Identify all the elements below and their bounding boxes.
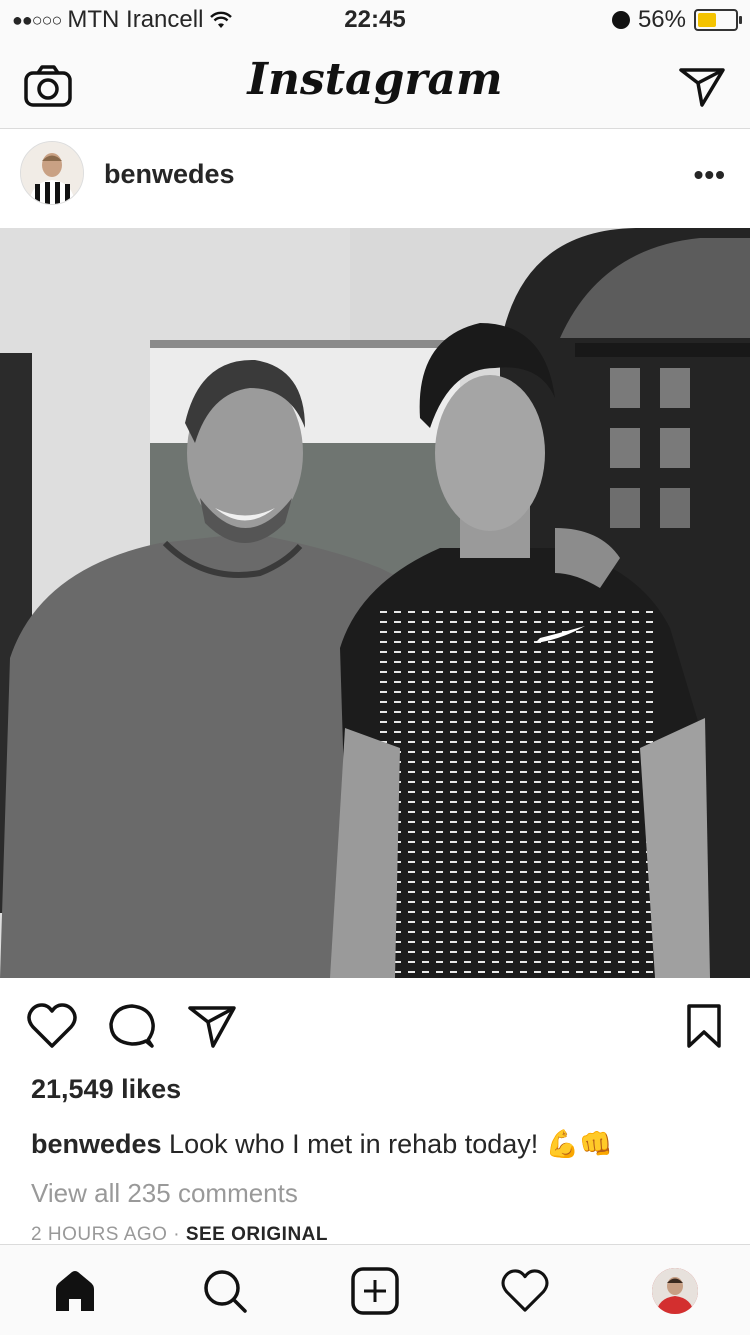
- user-avatar[interactable]: [20, 141, 84, 205]
- more-options-icon[interactable]: •••: [694, 159, 726, 191]
- status-right: 56%: [611, 6, 742, 34]
- view-comments-link[interactable]: View all 235 comments: [31, 1178, 298, 1209]
- paper-plane-icon[interactable]: [676, 60, 728, 112]
- alarm-icon: [611, 11, 630, 29]
- caption-text: Look who I met in rehab today! 💪👊: [161, 1129, 614, 1159]
- search-icon[interactable]: [197, 1265, 253, 1317]
- status-bar: ●●○○○ MTN Irancell 22:45 56%: [0, 0, 750, 40]
- share-icon[interactable]: [184, 998, 240, 1054]
- battery-icon: [694, 9, 742, 31]
- post-header: benwedes •••: [0, 129, 750, 227]
- comment-icon[interactable]: [104, 998, 160, 1054]
- meta-separator: ·: [167, 1224, 186, 1245]
- home-icon[interactable]: [47, 1265, 103, 1317]
- post-actions: [0, 990, 750, 1062]
- bookmark-icon[interactable]: [676, 998, 732, 1054]
- post-photo[interactable]: [0, 228, 750, 978]
- post-meta: 2 HOURS AGO · SEE ORIGINAL: [31, 1224, 328, 1246]
- likes-count[interactable]: 21,549 likes: [31, 1074, 181, 1105]
- profile-tab[interactable]: [647, 1265, 703, 1317]
- app-header: Instagram: [0, 40, 750, 129]
- see-original-link[interactable]: SEE ORIGINAL: [186, 1224, 328, 1245]
- caption: benwedes Look who I met in rehab today! …: [31, 1128, 613, 1160]
- caption-username[interactable]: benwedes: [31, 1129, 162, 1159]
- add-post-icon[interactable]: [347, 1265, 403, 1317]
- bottom-tab-bar: [0, 1244, 750, 1335]
- post-timestamp: 2 HOURS AGO: [31, 1224, 168, 1245]
- activity-heart-icon[interactable]: [497, 1265, 553, 1317]
- battery-percent: 56%: [637, 6, 686, 33]
- like-heart-icon[interactable]: [24, 998, 80, 1054]
- post-username[interactable]: benwedes: [104, 159, 235, 190]
- instagram-logo: Instagram: [247, 54, 503, 105]
- profile-avatar: [652, 1268, 698, 1314]
